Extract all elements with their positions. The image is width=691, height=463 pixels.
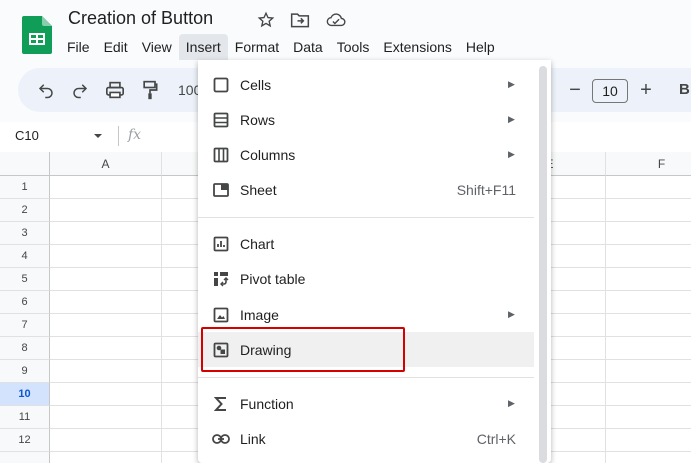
move-folder-icon[interactable]	[290, 10, 310, 30]
annotation-highlight-box	[201, 327, 405, 372]
google-sheets-logo[interactable]	[22, 16, 52, 54]
row-header[interactable]: 8	[0, 337, 50, 360]
menu-item-cells[interactable]: Cells ▶	[198, 67, 534, 102]
print-icon[interactable]	[105, 80, 125, 100]
rows-icon	[212, 111, 230, 129]
sigma-icon	[212, 395, 230, 413]
row-header[interactable]: 2	[0, 199, 50, 222]
submenu-arrow-icon: ▶	[508, 398, 515, 408]
menu-help[interactable]: Help	[459, 34, 502, 60]
link-icon	[212, 430, 230, 448]
sheet-icon	[212, 181, 230, 199]
menu-item-pivot-table[interactable]: Pivot table	[198, 261, 534, 296]
submenu-arrow-icon: ▶	[508, 79, 515, 89]
pivot-table-icon	[212, 270, 230, 288]
undo-icon[interactable]	[36, 80, 56, 100]
menu-format[interactable]: Format	[228, 34, 286, 60]
menu-item-chart[interactable]: Chart	[198, 226, 534, 261]
menu-item-label: Rows	[240, 111, 276, 128]
submenu-arrow-icon: ▶	[508, 149, 515, 159]
cloud-saved-icon[interactable]	[326, 10, 346, 30]
column-header-f[interactable]: F	[606, 152, 691, 176]
row-header[interactable]: 1	[0, 176, 50, 199]
menu-view[interactable]: View	[135, 34, 179, 60]
menu-item-rows[interactable]: Rows ▶	[198, 102, 534, 137]
menu-item-label: Chart	[240, 235, 275, 252]
chart-icon	[212, 235, 230, 253]
columns-icon	[212, 146, 230, 164]
formula-divider	[118, 126, 119, 146]
paint-format-icon[interactable]	[140, 80, 160, 100]
menu-item-link[interactable]: Link Ctrl+K	[198, 421, 534, 456]
menu-extensions[interactable]: Extensions	[376, 34, 458, 60]
row-header-selected[interactable]: 10	[0, 383, 50, 406]
increase-font-size-button[interactable]: +	[637, 80, 655, 100]
menu-item-label: Pivot table	[240, 270, 306, 287]
submenu-arrow-icon: ▶	[508, 114, 515, 124]
menu-item-label: Image	[240, 306, 279, 323]
menu-item-columns[interactable]: Columns ▶	[198, 137, 534, 172]
menu-file[interactable]: File	[60, 34, 97, 60]
fx-icon: fx	[128, 127, 142, 143]
insert-menu: Cells ▶ Rows ▶ Columns ▶ Sheet Shift+F11…	[198, 60, 551, 463]
select-all-corner[interactable]	[0, 152, 50, 176]
document-title[interactable]: Creation of Button	[68, 8, 213, 29]
menu-item-label: Columns	[240, 146, 296, 163]
menu-edit[interactable]: Edit	[97, 34, 135, 60]
row-header[interactable]: 5	[0, 268, 50, 291]
row-header[interactable]: 6	[0, 291, 50, 314]
row-header[interactable]: 3	[0, 222, 50, 245]
menu-divider	[198, 377, 534, 378]
menu-bar: File Edit View Insert Format Data Tools …	[60, 34, 502, 60]
chevron-down-icon[interactable]	[92, 130, 104, 142]
shortcut-label: Shift+F11	[456, 181, 516, 198]
grid-line	[605, 176, 606, 463]
grid-line	[161, 176, 162, 463]
menu-item-function[interactable]: Function ▶	[198, 386, 534, 421]
menu-data[interactable]: Data	[286, 34, 330, 60]
font-size-input[interactable]: 10	[592, 79, 628, 103]
menu-item-label: Link	[240, 430, 266, 447]
menu-item-label: Cells	[240, 76, 272, 93]
menu-item-label: Function	[240, 395, 294, 412]
image-icon	[212, 306, 230, 324]
bold-button[interactable]: B	[679, 81, 690, 98]
row-header[interactable]: 12	[0, 429, 50, 452]
row-header[interactable]: 4	[0, 245, 50, 268]
submenu-arrow-icon: ▶	[508, 309, 515, 319]
menu-item-sheet[interactable]: Sheet Shift+F11	[198, 172, 534, 207]
row-header[interactable]: 7	[0, 314, 50, 337]
menu-divider	[198, 217, 534, 218]
row-header[interactable]: 11	[0, 406, 50, 429]
menu-scrollbar[interactable]	[539, 66, 547, 463]
redo-icon[interactable]	[70, 80, 90, 100]
menu-insert[interactable]: Insert	[178, 34, 228, 60]
row-header[interactable]	[0, 452, 50, 463]
menu-item-label: Sheet	[240, 181, 277, 198]
star-icon[interactable]	[256, 10, 276, 30]
column-header-a[interactable]: A	[50, 152, 162, 176]
row-header[interactable]: 9	[0, 360, 50, 383]
menu-tools[interactable]: Tools	[330, 34, 377, 60]
decrease-font-size-button[interactable]: −	[566, 80, 584, 100]
shortcut-label: Ctrl+K	[476, 430, 516, 447]
cells-icon	[212, 76, 230, 94]
name-box[interactable]: C10	[15, 128, 39, 143]
